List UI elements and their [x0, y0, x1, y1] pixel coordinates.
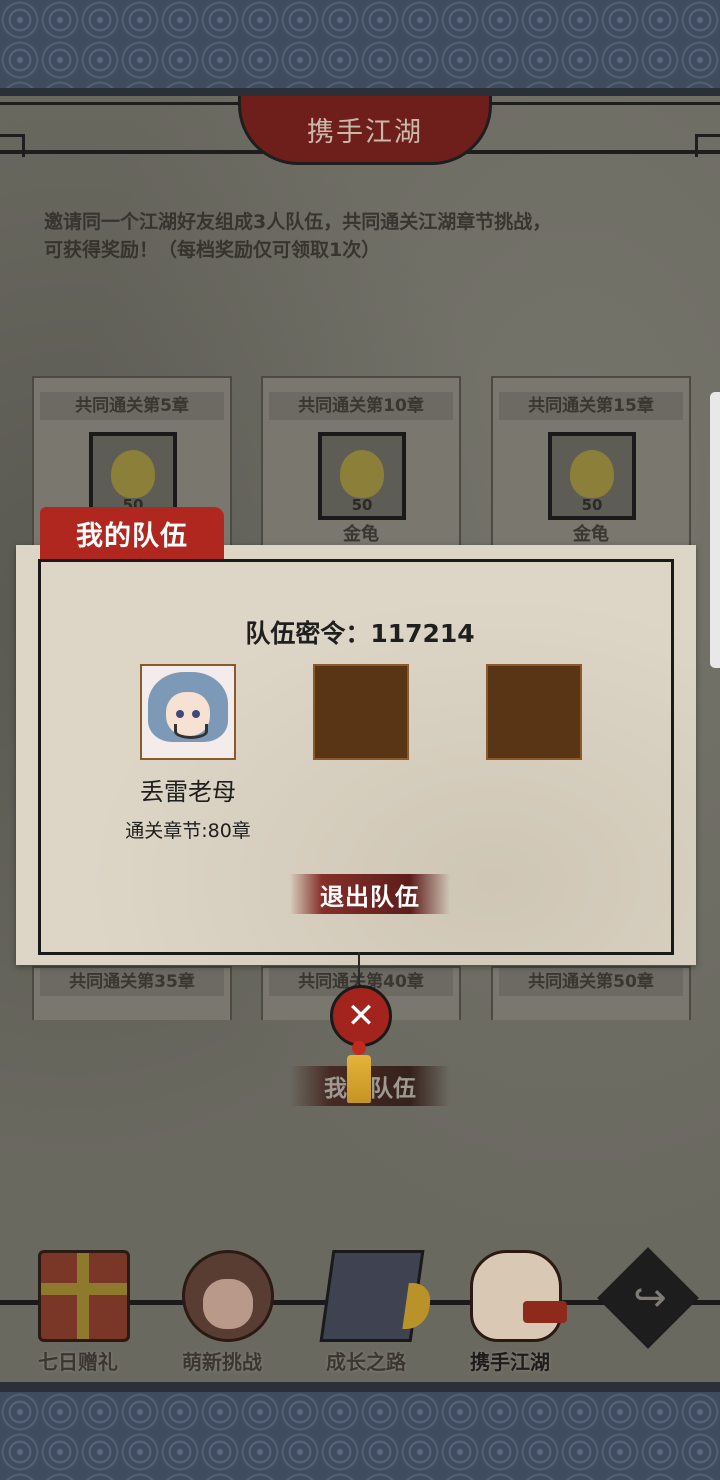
- nav-label: 萌新挑战: [182, 1350, 262, 1374]
- nav-label: 携手江湖: [470, 1350, 550, 1374]
- bottom-band-edge: [0, 1382, 720, 1392]
- reward-card-title: 共同通关第35章: [40, 968, 224, 996]
- tassel-bead: [352, 1041, 366, 1055]
- nav-label: 成长之路: [326, 1350, 406, 1374]
- nav-item-newbie-challenge[interactable]: 萌新挑战: [152, 1240, 292, 1380]
- reward-card-2[interactable]: 共同通关第10章 50 金龟: [261, 376, 461, 560]
- page-title-tab: 携手江湖: [238, 96, 492, 165]
- book-icon: [319, 1250, 425, 1342]
- reward-card-title: 共同通关第15章: [499, 392, 683, 420]
- gold-gourd-icon: [111, 450, 155, 498]
- close-button[interactable]: ✕: [330, 985, 392, 1047]
- description-line-1: 邀请同一个江湖好友组成3人队伍，共同通关江湖章节挑战，: [44, 211, 552, 233]
- nav-item-seven-day-gift[interactable]: 七日赠礼: [8, 1240, 148, 1380]
- share-arrow-icon: ↪: [633, 1275, 667, 1321]
- decorative-top-band: [0, 0, 720, 96]
- member-avatar[interactable]: [140, 664, 236, 760]
- page-title: 携手江湖: [307, 116, 423, 148]
- reward-card-title: 共同通关第5章: [40, 392, 224, 420]
- close-string: [358, 952, 360, 986]
- reward-card-3[interactable]: 共同通关第15章 50 金龟: [491, 376, 691, 560]
- reward-card-title: 共同通关第10章: [269, 392, 453, 420]
- nav-item-join-jianghu[interactable]: 携手江湖: [440, 1240, 580, 1380]
- avatar-beard: [174, 724, 208, 739]
- reward-item-slot: 50: [318, 432, 406, 520]
- team-modal-tab: 我的队伍: [40, 507, 224, 559]
- girl-portrait-icon: [182, 1250, 274, 1342]
- tassel: [347, 1055, 371, 1103]
- gold-gourd-icon: [340, 450, 384, 498]
- reward-item-slot: 50: [548, 432, 636, 520]
- scrollbar[interactable]: [710, 392, 720, 668]
- avatar-eye: [176, 710, 184, 718]
- reward-quantity: 50: [581, 496, 603, 514]
- decorative-bottom-band: [0, 1392, 720, 1480]
- event-description: 邀请同一个江湖好友组成3人队伍，共同通关江湖章节挑战， 可获得奖励！（每档奖励仅…: [44, 208, 684, 264]
- reward-item-name: 金龟: [573, 524, 609, 545]
- quit-team-label: 退出队伍: [320, 882, 420, 911]
- frame-corner-left: [0, 134, 25, 157]
- avatar-eye: [192, 710, 200, 718]
- team-modal-title: 我的队伍: [76, 520, 188, 552]
- gold-gourd-icon: [570, 450, 614, 498]
- frame-corner-right: [695, 134, 720, 157]
- reward-card-6[interactable]: 共同通关第50章: [491, 966, 691, 1020]
- empty-member-slot-3[interactable]: [486, 664, 582, 760]
- member-name: 丢雷老母: [140, 778, 236, 806]
- reward-card-4[interactable]: 共同通关第35章: [32, 966, 232, 1020]
- member-chapter: 通关章节:80章: [125, 820, 251, 842]
- quit-team-button[interactable]: 退出队伍: [290, 874, 450, 914]
- handshake-icon: [470, 1250, 567, 1342]
- reward-card-title: 共同通关第50章: [499, 968, 683, 996]
- reward-item-name: 金龟: [343, 524, 379, 545]
- nav-item-growth-path[interactable]: 成长之路: [296, 1240, 436, 1380]
- description-line-2: 可获得奖励！（每档奖励仅可领取1次）: [44, 239, 381, 261]
- close-icon: ✕: [346, 996, 376, 1036]
- nav-label: 七日赠礼: [38, 1350, 118, 1374]
- team-code: 队伍密令：117214: [245, 619, 475, 648]
- empty-member-slot-2[interactable]: [313, 664, 409, 760]
- reward-quantity: 50: [351, 496, 373, 514]
- gift-box-icon: [38, 1250, 130, 1342]
